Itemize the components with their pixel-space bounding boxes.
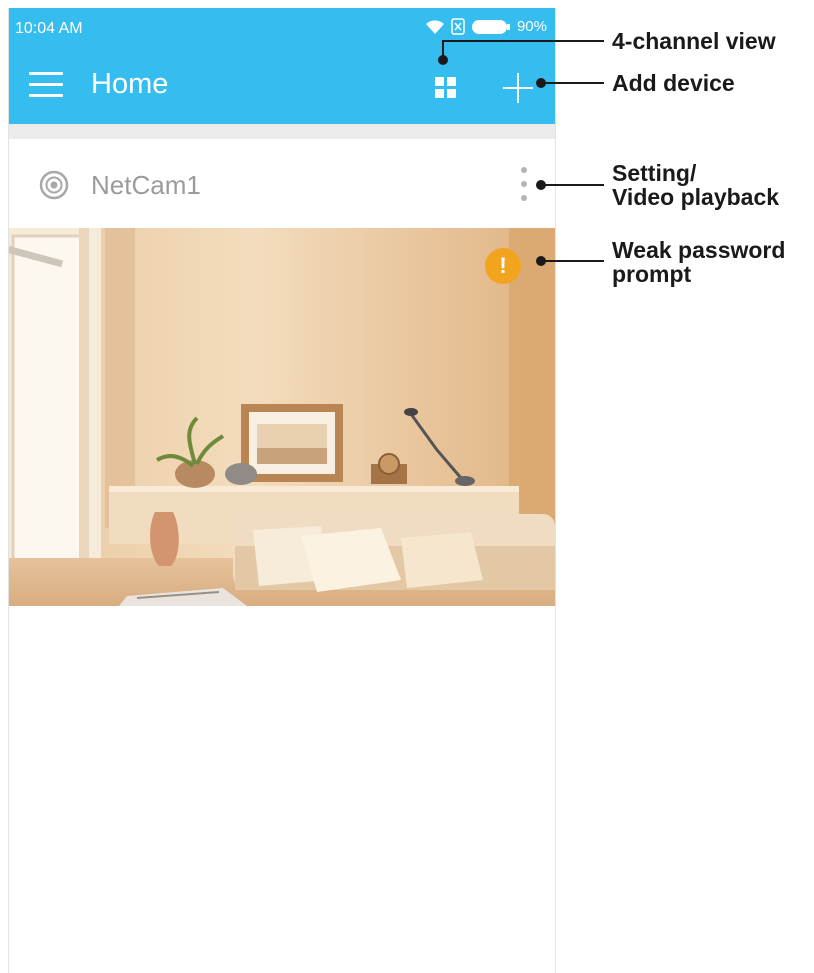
warning-icon[interactable]: !: [485, 248, 521, 284]
annotation-weak-password: Weak password prompt: [612, 238, 785, 286]
add-plus-icon[interactable]: [501, 71, 535, 105]
annotation-weak-line1: Weak password: [612, 237, 786, 263]
annotation-weak-line2: prompt: [612, 261, 692, 287]
device-row[interactable]: NetCam1: [9, 139, 555, 228]
menu-icon[interactable]: [29, 72, 63, 100]
toolbar: Home: [9, 52, 555, 124]
phone-screen: 10:04 AM 90% Home NetCam1 !: [8, 8, 556, 973]
callout-line-grid: [442, 40, 604, 42]
annotation-setting-line1: Setting/: [612, 160, 697, 186]
callout-line-warning: [541, 260, 604, 262]
camera-preview[interactable]: !: [9, 228, 555, 606]
page-title: Home: [91, 68, 169, 100]
status-bar: 10:04 AM 90%: [9, 8, 555, 48]
sim-icon: [451, 18, 465, 35]
callout-line-more: [541, 184, 604, 186]
annotation-four-channel: 4-channel view: [612, 28, 776, 54]
app-bar: 10:04 AM 90% Home: [9, 8, 555, 124]
room-preview-image: [9, 228, 555, 606]
four-channel-grid-icon[interactable]: [435, 77, 457, 99]
status-time: 10:04 AM: [15, 20, 83, 37]
more-vert-icon[interactable]: [517, 167, 531, 205]
callout-line-grid-vertical: [442, 40, 444, 60]
section-divider: [9, 124, 555, 139]
device-name: NetCam1: [91, 170, 201, 200]
wifi-icon: [425, 19, 445, 35]
callout-line-add: [541, 82, 604, 84]
status-icons: 90%: [425, 18, 547, 35]
annotation-setting-line2: Video playback: [612, 184, 780, 210]
annotation-setting: Setting/ Video playback: [612, 161, 779, 209]
camera-icon: [39, 170, 69, 200]
battery-icon: [471, 19, 511, 35]
battery-percent: 90%: [516, 18, 547, 35]
annotation-add-device: Add device: [612, 70, 735, 96]
